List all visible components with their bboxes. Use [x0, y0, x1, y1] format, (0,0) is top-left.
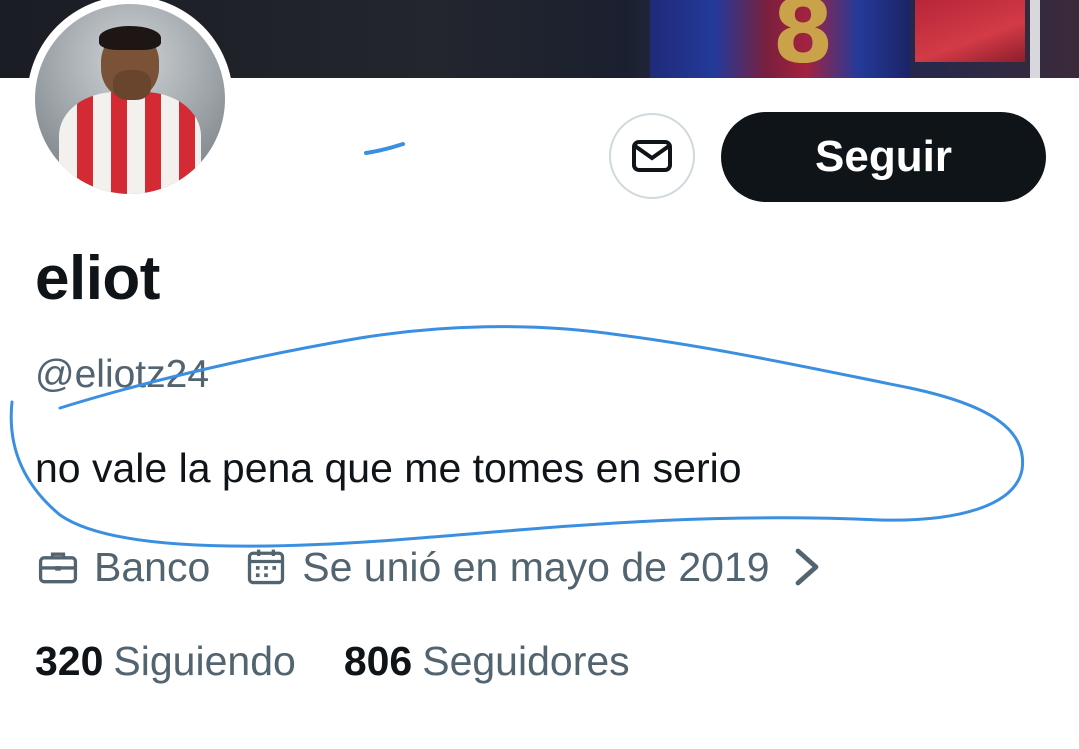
banner-flag-pole [1030, 0, 1040, 78]
followers-label: Seguidores [422, 638, 630, 684]
chevron-right-icon[interactable] [792, 545, 822, 589]
avatar[interactable] [27, 0, 233, 202]
follow-button[interactable]: Seguir [721, 112, 1046, 202]
following-count: 320 [35, 638, 104, 684]
envelope-icon [632, 140, 672, 172]
joined-item[interactable]: Se unió en mayo de 2019 [244, 544, 821, 591]
followers-link[interactable]: 806 Seguidores [344, 636, 630, 686]
followers-count: 806 [343, 638, 413, 684]
joined-label: Se unió en mayo de 2019 [302, 543, 770, 590]
follow-stats: 320 Siguiendo 806 Seguidores [35, 636, 630, 686]
user-handle: @eliotz24 [35, 353, 210, 396]
profile-meta: Banco Se unió en mayo de 2019 [36, 540, 822, 594]
following-link[interactable]: 320 Siguiendo [35, 636, 296, 686]
briefcase-icon [38, 552, 78, 584]
calendar-icon [248, 549, 285, 585]
profession-label: Banco [94, 543, 211, 590]
following-label: Siguiendo [113, 638, 296, 684]
profession-item: Banco [36, 544, 210, 591]
message-button[interactable] [609, 113, 695, 199]
banner-jersey-number: 8 [772, 0, 834, 78]
avatar-image [35, 4, 225, 194]
bio: no vale la pena que me tomes en serio [35, 445, 742, 491]
display-name: eliot [35, 244, 160, 313]
banner-flag [915, 0, 1025, 62]
